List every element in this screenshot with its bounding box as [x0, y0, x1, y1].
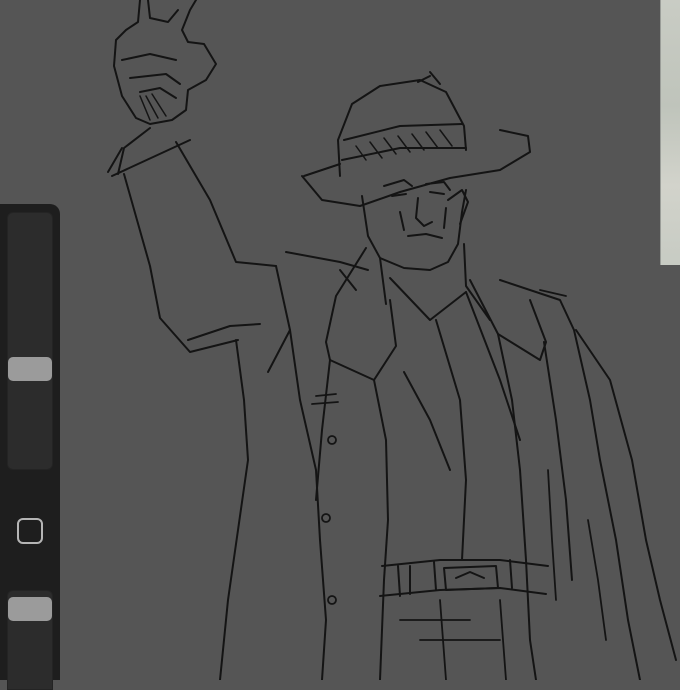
brush-size-slider-thumb[interactable] — [8, 357, 52, 381]
opacity-slider-thumb[interactable] — [8, 597, 52, 621]
tool-sidebar — [0, 204, 60, 690]
modify-button[interactable] — [17, 518, 43, 544]
opacity-slider[interactable] — [7, 590, 53, 690]
drawing-canvas[interactable] — [0, 0, 680, 680]
brush-size-slider[interactable] — [7, 212, 53, 470]
sketch-artwork — [107, 0, 677, 680]
reference-image-panel[interactable] — [660, 0, 680, 265]
